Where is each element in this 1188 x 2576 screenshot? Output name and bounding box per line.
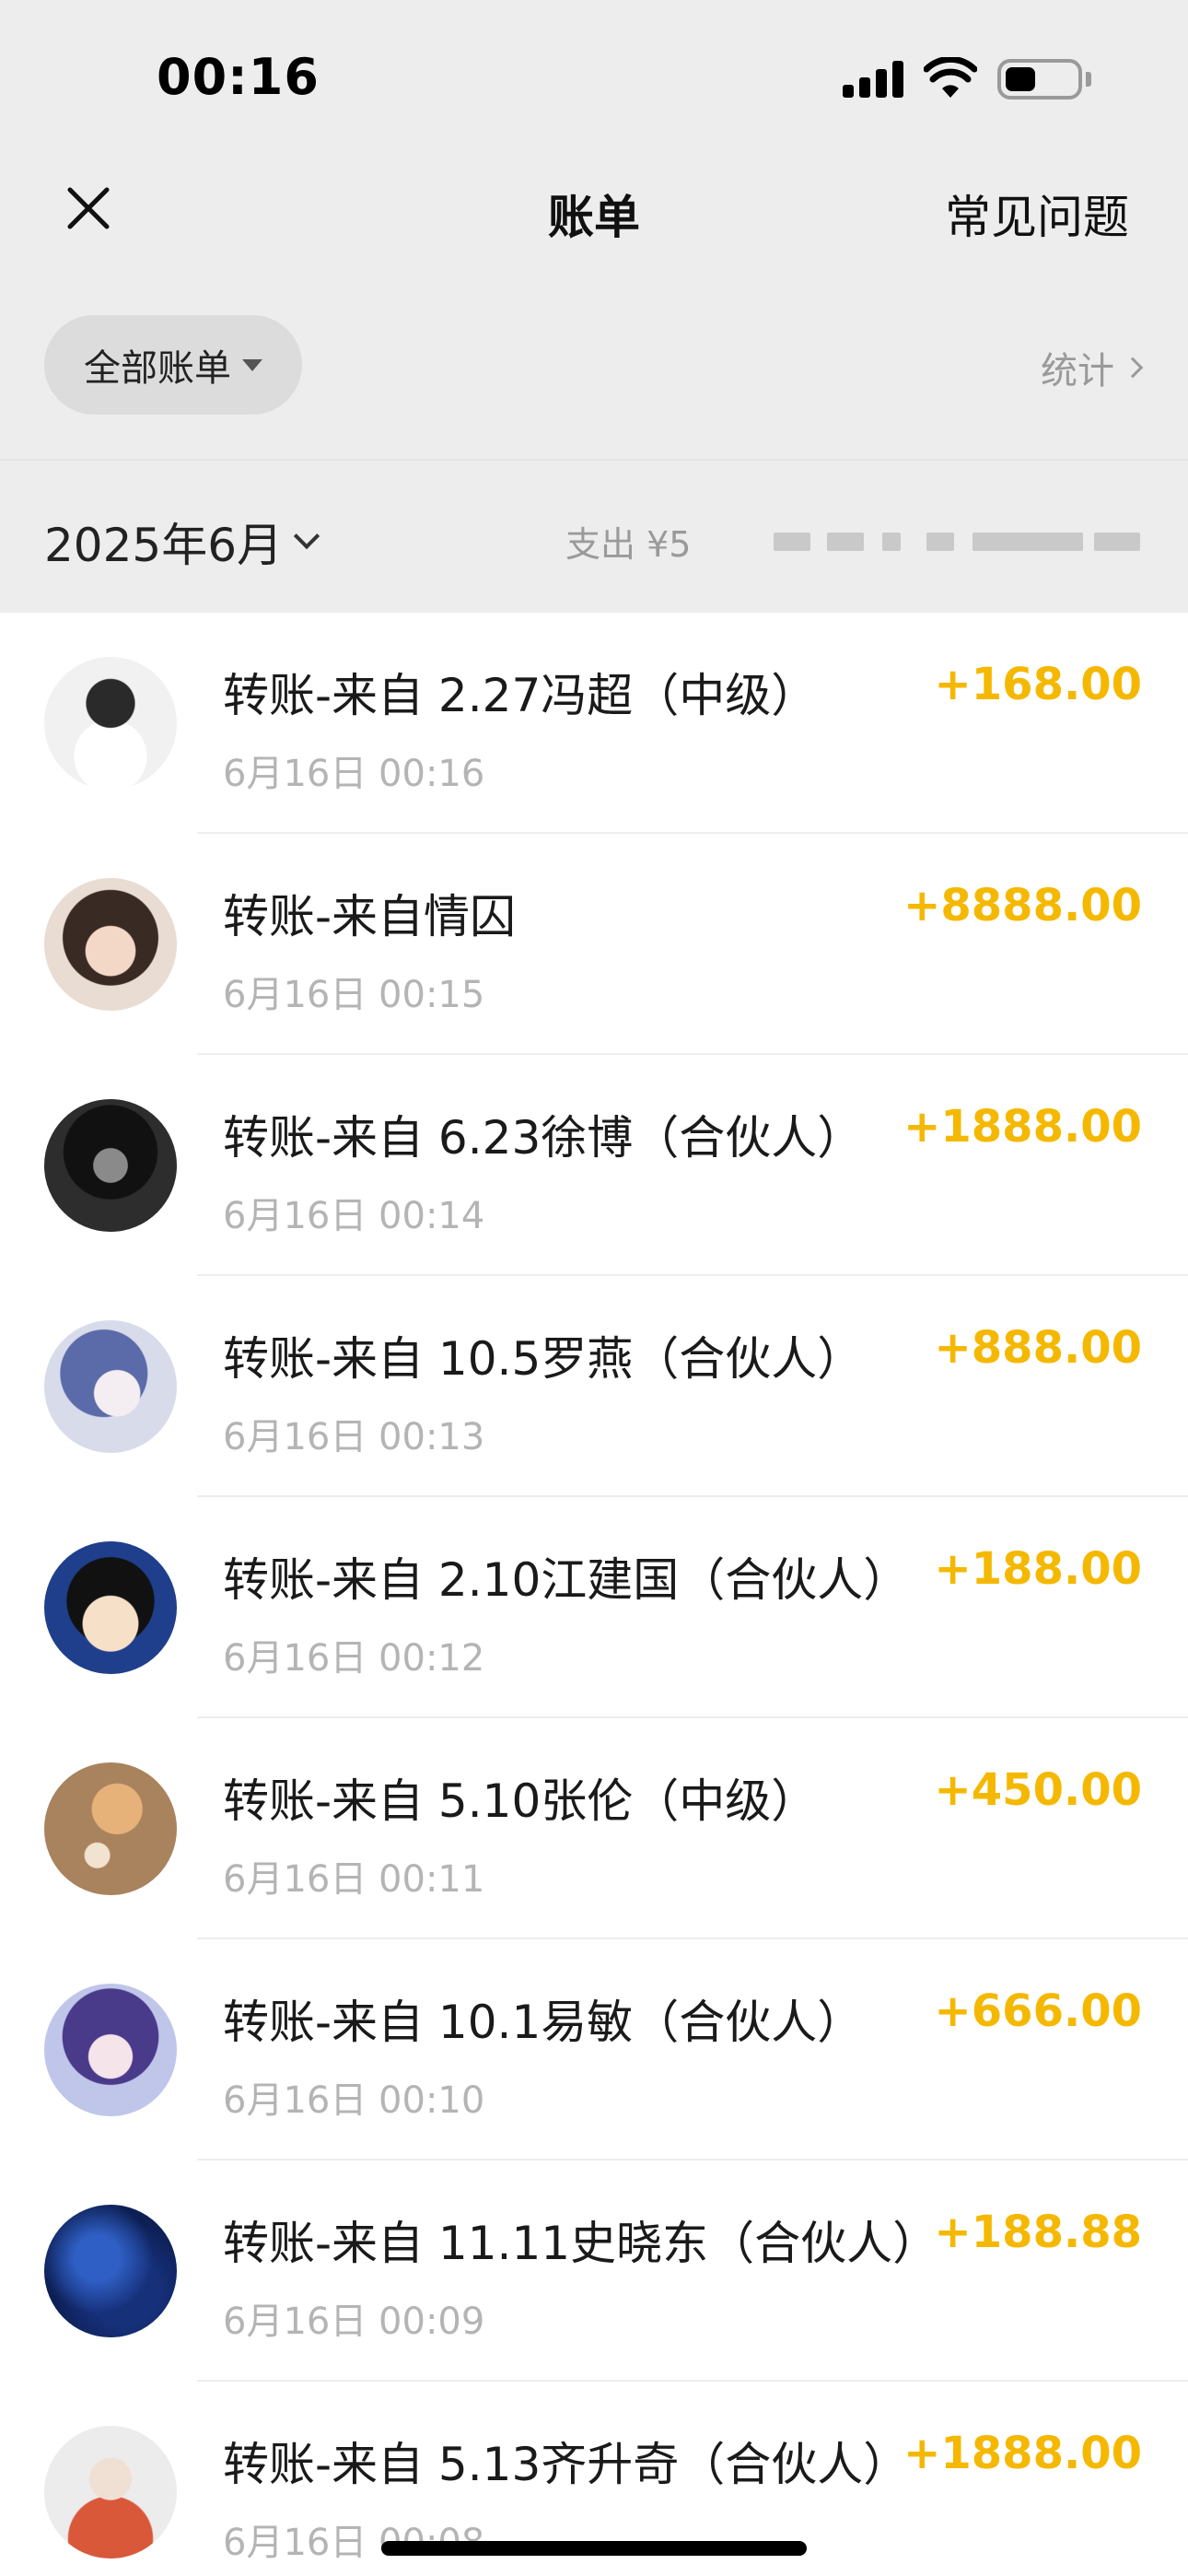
transaction-row[interactable]: 转账-来自 2.10江建国（合伙人） 6月16日 00:12 +188.00 bbox=[0, 1497, 1188, 1718]
transaction-amount: +1888.00 bbox=[903, 2428, 1142, 2479]
transaction-time: 6月16日 00:12 bbox=[223, 1637, 485, 1680]
transaction-time: 6月16日 00:08 bbox=[223, 2522, 485, 2564]
transaction-amount: +666.00 bbox=[934, 1985, 1142, 2037]
redacted-mask bbox=[882, 533, 901, 551]
chevron-down-icon bbox=[293, 522, 320, 550]
transaction-row[interactable]: 转账-来自 2.27冯超（中级） 6月16日 00:16 +168.00 bbox=[0, 613, 1188, 834]
avatar bbox=[44, 1320, 177, 1453]
transaction-time: 6月16日 00:16 bbox=[223, 753, 485, 795]
transaction-time: 6月16日 00:09 bbox=[223, 2301, 485, 2343]
transaction-row[interactable]: 转账-来自 10.5罗燕（合伙人） 6月16日 00:13 +888.00 bbox=[0, 1276, 1188, 1497]
avatar bbox=[44, 878, 177, 1011]
redacted-mask bbox=[926, 533, 954, 551]
avatar bbox=[44, 1762, 177, 1895]
month-label: 2025年6月 bbox=[44, 519, 284, 572]
avatar bbox=[44, 657, 177, 790]
transaction-time: 6月16日 00:13 bbox=[223, 1416, 485, 1458]
month-selector[interactable]: 2025年6月 bbox=[44, 509, 320, 575]
transaction-amount: +1888.00 bbox=[903, 1101, 1142, 1153]
transaction-row[interactable]: 转账-来自 5.10张伦（中级） 6月16日 00:11 +450.00 bbox=[0, 1718, 1188, 1939]
transaction-title: 转账-来自 2.10江建国（合伙人） bbox=[223, 1553, 910, 1607]
redacted-mask bbox=[827, 533, 864, 551]
caret-down-icon bbox=[242, 358, 262, 371]
faq-button[interactable]: 常见问题 bbox=[945, 181, 1129, 247]
stats-link[interactable]: 统计 bbox=[1041, 341, 1144, 394]
divider bbox=[0, 459, 1188, 461]
transaction-title: 转账-来自 11.11史晓东（合伙人） bbox=[223, 2217, 939, 2270]
transaction-amount: +888.00 bbox=[934, 1322, 1142, 1374]
transaction-time: 6月16日 00:10 bbox=[223, 2079, 485, 2122]
transaction-amount: +168.00 bbox=[934, 659, 1142, 710]
wifi-icon bbox=[924, 57, 977, 98]
transaction-amount: +188.00 bbox=[934, 1543, 1142, 1595]
stats-label: 统计 bbox=[1041, 350, 1114, 392]
transaction-row[interactable]: 转账-来自情囚 6月16日 00:15 +8888.00 bbox=[0, 834, 1188, 1055]
transaction-amount: +188.88 bbox=[934, 2207, 1142, 2258]
transaction-title: 转账-来自 10.1易敏（合伙人） bbox=[223, 1996, 864, 2049]
transaction-title: 转账-来自情囚 bbox=[223, 890, 517, 943]
battery-icon bbox=[997, 59, 1082, 100]
status-bar: 00:16 bbox=[0, 0, 1188, 147]
transaction-title: 转账-来自 6.23徐博（合伙人） bbox=[223, 1111, 864, 1165]
home-indicator[interactable] bbox=[381, 2541, 807, 2556]
transaction-row[interactable]: 转账-来自 11.11史晓东（合伙人） 6月16日 00:09 +188.88 bbox=[0, 2160, 1188, 2382]
avatar bbox=[44, 1541, 177, 1674]
transaction-title: 转账-来自 5.10张伦（中级） bbox=[223, 1774, 818, 1828]
expense-summary: 支出 ¥5 bbox=[565, 524, 692, 565]
avatar bbox=[44, 1099, 177, 1232]
transaction-title: 转账-来自 2.27冯超（中级） bbox=[223, 669, 818, 722]
transaction-time: 6月16日 00:11 bbox=[223, 1858, 485, 1901]
redacted-mask bbox=[774, 533, 810, 551]
transaction-title: 转账-来自 10.5罗燕（合伙人） bbox=[223, 1332, 864, 1386]
bill-filter-label: 全部账单 bbox=[84, 347, 231, 390]
avatar bbox=[44, 2205, 177, 2337]
avatar bbox=[44, 1984, 177, 2116]
transaction-amount: +8888.00 bbox=[903, 880, 1142, 931]
redacted-mask bbox=[973, 533, 1083, 551]
status-time: 00:16 bbox=[157, 48, 320, 106]
battery-cap bbox=[1086, 72, 1091, 87]
transaction-time: 6月16日 00:15 bbox=[223, 974, 485, 1016]
transaction-title: 转账-来自 5.13齐升奇（合伙人） bbox=[223, 2438, 910, 2491]
avatar bbox=[44, 2426, 177, 2558]
transaction-list: 转账-来自 2.27冯超（中级） 6月16日 00:16 +168.00 转账-… bbox=[0, 613, 1188, 2576]
transaction-row[interactable]: 转账-来自 10.1易敏（合伙人） 6月16日 00:10 +666.00 bbox=[0, 1939, 1188, 2160]
cellular-signal-icon bbox=[843, 61, 905, 98]
transaction-row[interactable]: 转账-来自 6.23徐博（合伙人） 6月16日 00:14 +1888.00 bbox=[0, 1055, 1188, 1276]
chevron-right-icon bbox=[1122, 357, 1144, 379]
transaction-time: 6月16日 00:14 bbox=[223, 1195, 485, 1237]
bill-filter-dropdown[interactable]: 全部账单 bbox=[44, 315, 302, 415]
redacted-mask bbox=[1094, 533, 1140, 551]
transaction-amount: +450.00 bbox=[934, 1764, 1142, 1816]
